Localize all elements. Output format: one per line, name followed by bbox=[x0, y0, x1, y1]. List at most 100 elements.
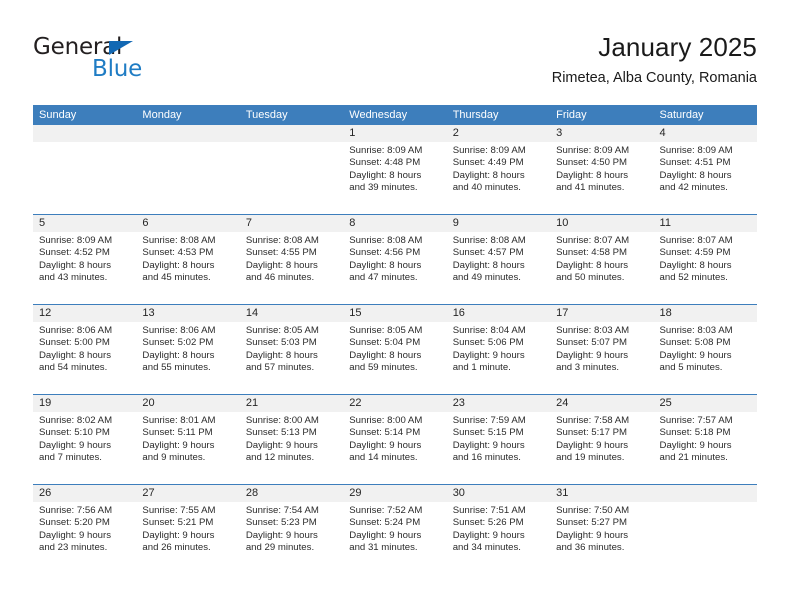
day-cell[interactable]: 4 Sunrise: 8:09 AM Sunset: 4:51 PM Daylight… bbox=[653, 125, 757, 214]
weeks-container: 1 Sunrise: 8:09 AM Sunset: 4:48 PM Daylight… bbox=[33, 125, 757, 574]
sunrise-text: Sunrise: 8:03 AM bbox=[556, 325, 630, 336]
calendar-page: General Blue January 2025 Rimetea, Alba … bbox=[0, 0, 792, 612]
sunset-text: Sunset: 5:26 PM bbox=[452, 517, 524, 529]
day-cell[interactable]: 8 Sunrise: 8:08 AM Sunset: 4:56 PM Daylight… bbox=[343, 215, 447, 304]
day-cell[interactable]: 12 Sunrise: 8:06 AM Sunset: 5:00 PM Dayligh… bbox=[33, 305, 137, 394]
daylight-text: and 14 minutes. bbox=[349, 452, 418, 464]
logo-triangle-icon bbox=[109, 41, 133, 55]
daylight-text: Daylight: 9 hours bbox=[452, 439, 525, 451]
daylight-text: Daylight: 9 hours bbox=[349, 439, 422, 451]
day-cell[interactable]: 3 Sunrise: 8:09 AM Sunset: 4:50 PM Daylight… bbox=[550, 125, 654, 214]
sunrise-text: Sunrise: 8:05 AM bbox=[349, 325, 423, 336]
day-info: Sunrise: 7:54 AM Sunset: 5:23 PM Daylight:… bbox=[240, 502, 343, 555]
daylight-text: and 12 minutes. bbox=[245, 452, 315, 464]
general-blue-logo[interactable]: General Blue bbox=[33, 34, 233, 90]
day-cell[interactable]: 1 Sunrise: 8:09 AM Sunset: 4:48 PM Daylight… bbox=[343, 125, 447, 214]
day-cell[interactable]: 7 Sunrise: 8:08 AM Sunset: 4:55 PM Daylight… bbox=[239, 215, 344, 304]
day-cell[interactable]: 28 Sunrise: 7:54 AM Sunset: 5:23 PM Dayligh… bbox=[239, 485, 344, 574]
day-number-band bbox=[136, 125, 240, 142]
weekday-header-sunday: Sunday bbox=[39, 109, 77, 121]
day-cell[interactable]: 6 Sunrise: 8:08 AM Sunset: 4:53 PM Daylight… bbox=[136, 215, 240, 304]
sunset-text: Sunset: 4:49 PM bbox=[452, 157, 524, 169]
day-cell[interactable]: 21 Sunrise: 8:00 AM Sunset: 5:13 PM Dayligh… bbox=[239, 395, 344, 484]
daylight-text: and 29 minutes. bbox=[245, 542, 315, 554]
sunrise-text: Sunrise: 8:02 AM bbox=[39, 415, 113, 426]
day-cell[interactable]: 16 Sunrise: 8:04 AM Sunset: 5:06 PM Dayligh… bbox=[446, 305, 551, 394]
sunrise-text: Sunrise: 8:09 AM bbox=[659, 145, 733, 156]
weekday-header-wednesday: Wednesday bbox=[349, 109, 408, 121]
sunrise-text: Sunrise: 7:54 AM bbox=[245, 505, 319, 516]
day-info: Sunrise: 7:59 AM Sunset: 5:15 PM Daylight:… bbox=[447, 412, 550, 465]
day-cell[interactable]: 10 Sunrise: 8:07 AM Sunset: 4:58 PM Dayligh… bbox=[550, 215, 654, 304]
day-number: 8 bbox=[349, 217, 356, 229]
day-cell[interactable]: 13 Sunrise: 8:06 AM Sunset: 5:02 PM Dayligh… bbox=[136, 305, 240, 394]
day-cell[interactable]: 23 Sunrise: 7:59 AM Sunset: 5:15 PM Dayligh… bbox=[446, 395, 551, 484]
daylight-text: Daylight: 9 hours bbox=[452, 529, 525, 541]
daylight-text: and 41 minutes. bbox=[556, 182, 625, 194]
day-cell[interactable]: 9 Sunrise: 8:08 AM Sunset: 4:57 PM Daylight… bbox=[446, 215, 551, 304]
sunrise-text: Sunrise: 8:06 AM bbox=[142, 325, 216, 336]
day-number-band: 15 bbox=[343, 305, 447, 322]
logo-text-blue: Blue bbox=[92, 56, 143, 82]
day-number: 9 bbox=[452, 217, 459, 229]
daylight-text: Daylight: 8 hours bbox=[39, 349, 111, 361]
day-number-band: 7 bbox=[239, 215, 344, 232]
daylight-text: and 9 minutes. bbox=[142, 452, 206, 464]
day-cell[interactable]: 11 Sunrise: 8:07 AM Sunset: 4:59 PM Dayligh… bbox=[653, 215, 757, 304]
day-cell[interactable]: 25 Sunrise: 7:57 AM Sunset: 5:18 PM Dayligh… bbox=[653, 395, 757, 484]
day-cell[interactable]: 2 Sunrise: 8:09 AM Sunset: 4:49 PM Daylight… bbox=[446, 125, 551, 214]
day-number-band: 13 bbox=[136, 305, 240, 322]
daylight-text: Daylight: 8 hours bbox=[349, 169, 422, 181]
day-cell[interactable]: 31 Sunrise: 7:50 AM Sunset: 5:27 PM Dayligh… bbox=[550, 485, 654, 574]
daylight-text: and 52 minutes. bbox=[659, 272, 728, 284]
daylight-text: and 46 minutes. bbox=[245, 272, 315, 284]
day-number: 10 bbox=[556, 217, 569, 229]
sunrise-text: Sunrise: 8:07 AM bbox=[659, 235, 733, 246]
week-row: 19 Sunrise: 8:02 AM Sunset: 5:10 PM Dayligh… bbox=[33, 394, 757, 484]
sunset-text: Sunset: 4:59 PM bbox=[659, 247, 731, 259]
day-cell[interactable]: 27 Sunrise: 7:55 AM Sunset: 5:21 PM Dayligh… bbox=[136, 485, 240, 574]
daylight-text: Daylight: 9 hours bbox=[39, 439, 111, 451]
day-cell[interactable]: 24 Sunrise: 7:58 AM Sunset: 5:17 PM Dayligh… bbox=[550, 395, 654, 484]
day-number-band: 16 bbox=[446, 305, 551, 322]
day-cell[interactable]: 19 Sunrise: 8:02 AM Sunset: 5:10 PM Dayligh… bbox=[33, 395, 137, 484]
day-cell[interactable]: 20 Sunrise: 8:01 AM Sunset: 5:11 PM Dayligh… bbox=[136, 395, 240, 484]
sunset-text: Sunset: 5:24 PM bbox=[349, 517, 421, 529]
sunrise-text: Sunrise: 8:01 AM bbox=[142, 415, 216, 426]
day-cell[interactable]: 5 Sunrise: 8:09 AM Sunset: 4:52 PM Daylight… bbox=[33, 215, 137, 304]
daylight-text: Daylight: 8 hours bbox=[245, 349, 318, 361]
day-cell[interactable]: 18 Sunrise: 8:03 AM Sunset: 5:08 PM Dayligh… bbox=[653, 305, 757, 394]
day-info: Sunrise: 7:50 AM Sunset: 5:27 PM Daylight:… bbox=[550, 502, 653, 555]
page-title: January 2025 bbox=[598, 32, 757, 62]
day-info: Sunrise: 8:00 AM Sunset: 5:14 PM Daylight:… bbox=[343, 412, 446, 465]
day-number: 26 bbox=[39, 487, 52, 499]
sunset-text: Sunset: 4:51 PM bbox=[659, 157, 731, 169]
sunset-text: Sunset: 5:27 PM bbox=[556, 517, 628, 529]
day-number-band: 21 bbox=[239, 395, 344, 412]
day-info: Sunrise: 8:01 AM Sunset: 5:11 PM Daylight:… bbox=[136, 412, 239, 465]
sunset-text: Sunset: 5:15 PM bbox=[452, 427, 524, 439]
day-cell[interactable]: 29 Sunrise: 7:52 AM Sunset: 5:24 PM Dayligh… bbox=[343, 485, 447, 574]
day-cell[interactable]: 22 Sunrise: 8:00 AM Sunset: 5:14 PM Dayligh… bbox=[343, 395, 447, 484]
day-number-band: 22 bbox=[343, 395, 447, 412]
day-number-band: 26 bbox=[33, 485, 137, 502]
day-number: 6 bbox=[142, 217, 149, 229]
sunset-text: Sunset: 5:03 PM bbox=[245, 337, 317, 349]
daylight-text: and 50 minutes. bbox=[556, 272, 625, 284]
daylight-text: Daylight: 8 hours bbox=[659, 259, 732, 271]
day-cell[interactable]: 17 Sunrise: 8:03 AM Sunset: 5:07 PM Dayligh… bbox=[550, 305, 654, 394]
daylight-text: Daylight: 8 hours bbox=[556, 169, 629, 181]
daylight-text: Daylight: 8 hours bbox=[452, 259, 525, 271]
day-cell[interactable]: 26 Sunrise: 7:56 AM Sunset: 5:20 PM Dayligh… bbox=[33, 485, 137, 574]
daylight-text: Daylight: 8 hours bbox=[349, 259, 422, 271]
day-cell[interactable]: 15 Sunrise: 8:05 AM Sunset: 5:04 PM Dayligh… bbox=[343, 305, 447, 394]
day-cell[interactable]: 30 Sunrise: 7:51 AM Sunset: 5:26 PM Dayligh… bbox=[446, 485, 551, 574]
daylight-text: Daylight: 9 hours bbox=[349, 529, 422, 541]
daylight-text: Daylight: 9 hours bbox=[452, 349, 525, 361]
daylight-text: Daylight: 8 hours bbox=[245, 259, 318, 271]
sunrise-text: Sunrise: 8:03 AM bbox=[659, 325, 733, 336]
day-cell[interactable]: 14 Sunrise: 8:05 AM Sunset: 5:03 PM Dayligh… bbox=[239, 305, 344, 394]
sunrise-text: Sunrise: 8:08 AM bbox=[349, 235, 423, 246]
day-info: Sunrise: 8:08 AM Sunset: 4:53 PM Daylight:… bbox=[136, 232, 239, 285]
day-number: 11 bbox=[659, 217, 671, 229]
